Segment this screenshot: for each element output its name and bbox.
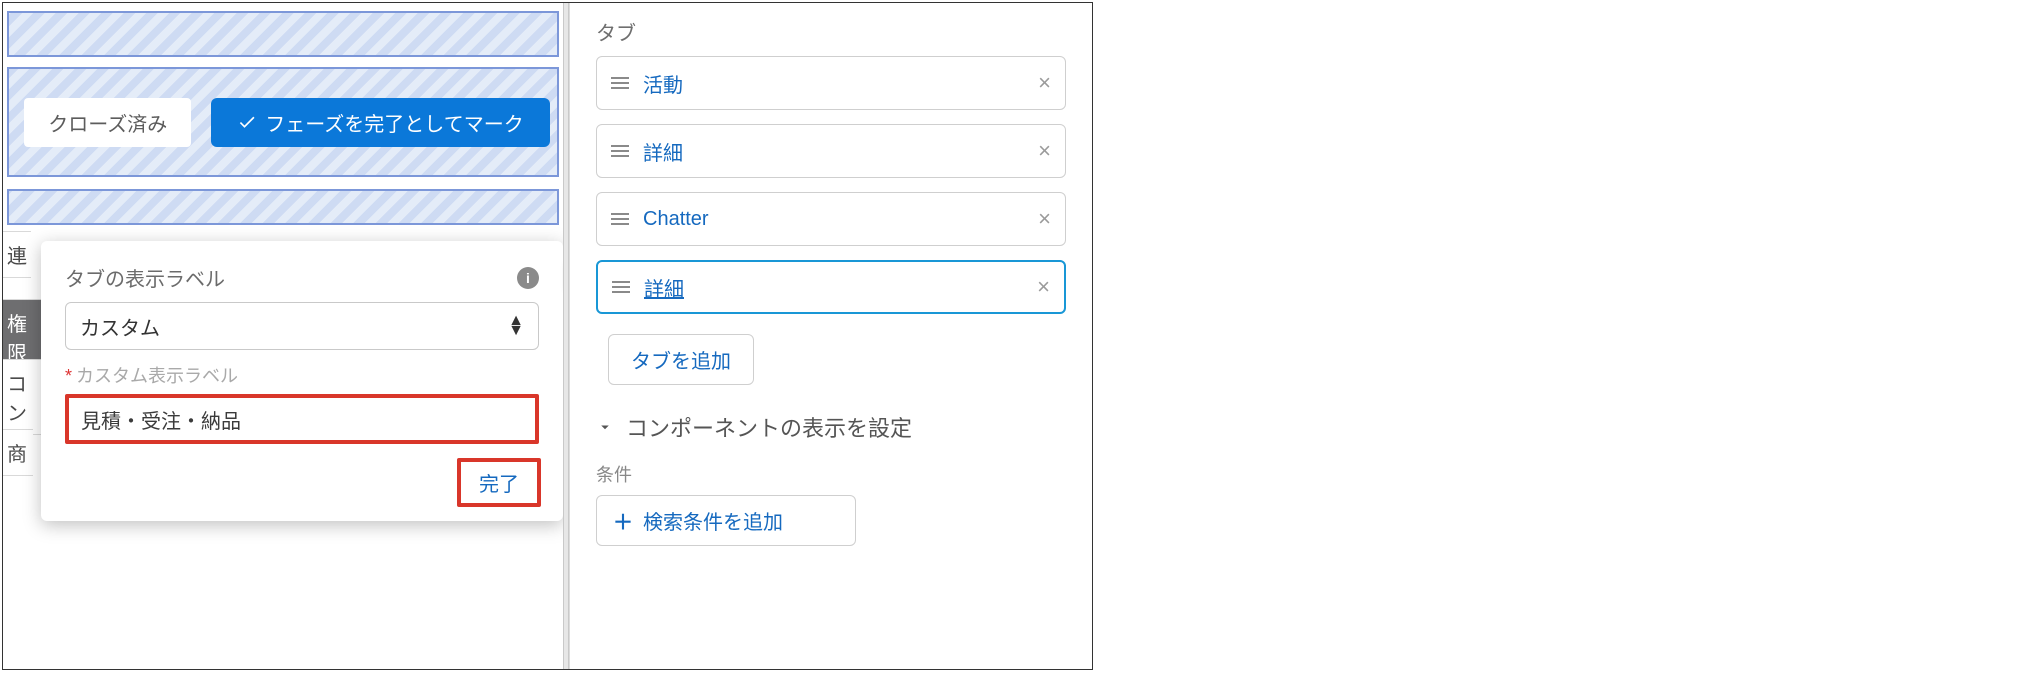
- drag-handle-icon[interactable]: [611, 77, 629, 89]
- conditions-label: 条件: [596, 461, 1066, 487]
- info-icon[interactable]: i: [517, 267, 539, 289]
- visibility-section-toggle[interactable]: コンポーネントの表示を設定: [596, 411, 1066, 443]
- custom-label-input[interactable]: 見積・受注・納品: [65, 394, 539, 444]
- add-condition-button[interactable]: ＋ 検索条件を追加: [596, 495, 856, 546]
- select-arrows-icon: ▲▼: [508, 316, 524, 336]
- tab-display-label-heading: タブの表示ラベル i: [65, 263, 539, 292]
- tabs-section-title: タブ: [596, 17, 1066, 46]
- required-indicator: *: [65, 366, 72, 386]
- stage-closed-chip[interactable]: クローズ済み: [24, 98, 191, 147]
- preview-path-band: クローズ済み フェーズを完了としてマーク: [7, 67, 559, 177]
- tab-item-label: 詳細: [644, 273, 684, 302]
- tab-item-chatter[interactable]: Chatter ×: [596, 192, 1066, 246]
- visibility-section-title: コンポーネントの表示を設定: [626, 411, 912, 443]
- custom-label-text: カスタム表示ラベル: [76, 366, 238, 386]
- add-condition-label: 検索条件を追加: [643, 506, 783, 535]
- tab-item-label: 活動: [643, 69, 683, 98]
- tab-label-type-select[interactable]: カスタム ▲▼: [65, 302, 539, 350]
- tab-item-details-2[interactable]: 詳細 ×: [596, 260, 1066, 314]
- chevron-down-icon: [596, 418, 614, 436]
- drag-handle-icon[interactable]: [612, 281, 630, 293]
- plus-icon: ＋: [613, 506, 633, 535]
- sidebar-fragment-1: 連: [3, 231, 31, 278]
- tab-display-label-text: タブの表示ラベル: [65, 263, 225, 292]
- tab-label-popover: タブの表示ラベル i カスタム ▲▼ *カスタム表示ラベル 見積・受注・納品 完…: [41, 241, 563, 521]
- drag-handle-icon[interactable]: [611, 145, 629, 157]
- sidebar-fragment-4: 商: [3, 429, 33, 476]
- tab-item-activity[interactable]: 活動 ×: [596, 56, 1066, 110]
- add-tab-button[interactable]: タブを追加: [608, 334, 754, 385]
- remove-tab-icon[interactable]: ×: [1037, 274, 1050, 300]
- remove-tab-icon[interactable]: ×: [1038, 206, 1051, 232]
- preview-band-1: [7, 11, 559, 57]
- app-frame: クローズ済み フェーズを完了としてマーク 連 権限 コン 商 タブの表示ラベル …: [2, 2, 1093, 670]
- sidebar-fragment-3: コン: [3, 359, 41, 435]
- custom-label-value: 見積・受注・納品: [81, 405, 241, 434]
- remove-tab-icon[interactable]: ×: [1038, 70, 1051, 96]
- custom-label-heading: *カスタム表示ラベル: [65, 362, 539, 388]
- tab-item-details[interactable]: 詳細 ×: [596, 124, 1066, 178]
- mark-phase-complete-label: フェーズを完了としてマーク: [265, 108, 523, 137]
- preview-band-3: [7, 189, 559, 225]
- drag-handle-icon[interactable]: [611, 213, 629, 225]
- tab-item-label: 詳細: [643, 137, 683, 166]
- tab-item-label: Chatter: [643, 208, 709, 231]
- check-icon: [237, 112, 257, 132]
- tab-label-type-value: カスタム: [80, 312, 160, 341]
- done-button[interactable]: 完了: [457, 458, 541, 507]
- remove-tab-icon[interactable]: ×: [1038, 138, 1051, 164]
- properties-panel: タブ 活動 × 詳細 × Chatter × 詳細 × タブを追加 コンポーネン…: [569, 3, 1092, 669]
- mark-phase-complete-button[interactable]: フェーズを完了としてマーク: [211, 98, 549, 147]
- builder-preview: クローズ済み フェーズを完了としてマーク 連 権限 コン 商 タブの表示ラベル …: [3, 3, 563, 669]
